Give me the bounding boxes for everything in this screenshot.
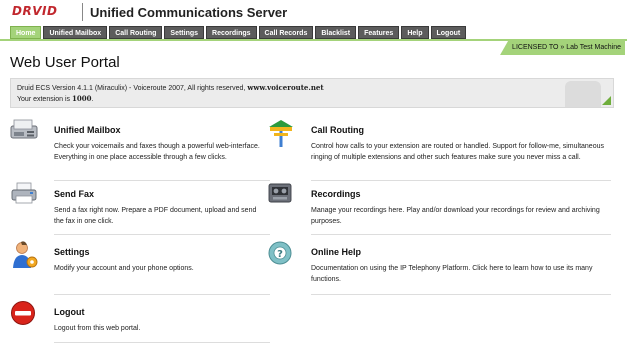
nav-help[interactable]: Help	[401, 26, 429, 39]
tile-divider	[311, 234, 611, 235]
page-title: Web User Portal	[10, 54, 120, 71]
nav-settings[interactable]: Settings	[164, 26, 205, 39]
tile-divider	[54, 234, 270, 235]
stop-icon[interactable]	[10, 300, 38, 328]
tile-divider	[54, 180, 270, 181]
tile-title[interactable]: Logout	[54, 307, 85, 317]
fax-machine-icon[interactable]	[10, 118, 38, 146]
voiceroute-link[interactable]: www.voiceroute.net	[247, 83, 323, 92]
header-divider	[82, 3, 83, 21]
tile-description: Check your voicemails and faxes though a…	[54, 143, 260, 161]
tile-description: Documentation on using the IP Telephony …	[311, 265, 593, 283]
tile-divider	[311, 180, 611, 181]
tile-description: Send a fax right now. Prepare a PDF docu…	[54, 207, 257, 225]
user-settings-icon[interactable]	[10, 240, 38, 268]
nav-features[interactable]: Features	[358, 26, 400, 39]
tile-divider	[54, 342, 270, 343]
nav-unified-mailbox[interactable]: Unified Mailbox	[43, 26, 108, 39]
nav-home[interactable]: Home	[10, 26, 42, 39]
tile-title[interactable]: Online Help	[311, 247, 361, 257]
info-decoration	[565, 81, 601, 107]
recorder-icon[interactable]	[267, 182, 295, 210]
nav-blacklist[interactable]: Blacklist	[315, 26, 357, 39]
svg-text:?: ?	[277, 249, 283, 260]
extension-line: Your extension is 1000.	[17, 94, 94, 103]
printer-icon[interactable]	[10, 182, 38, 210]
tile-title[interactable]: Call Routing	[311, 125, 364, 135]
druid-logo[interactable]: DRVID	[12, 4, 80, 20]
app-title: Unified Communications Server	[90, 5, 288, 20]
tile-title[interactable]: Send Fax	[54, 189, 94, 199]
tile-description: Control how calls to your extension are …	[311, 143, 604, 161]
help-lifebuoy-icon[interactable]: ?	[267, 240, 295, 268]
main-nav: Home Unified Mailbox Call Routing Settin…	[10, 26, 467, 39]
tile-description: Modify your account and your phone optio…	[54, 265, 194, 272]
tile-divider	[311, 294, 611, 295]
version-line: Druid ECS Version 4.1.1 (Miraculix) - Vo…	[17, 83, 324, 92]
tile-title[interactable]: Recordings	[311, 189, 361, 199]
app-header: DRVID Unified Communications Server	[0, 0, 627, 26]
extension-number: 1000	[72, 94, 92, 103]
tile-title[interactable]: Unified Mailbox	[54, 125, 121, 135]
nav-recordings[interactable]: Recordings	[206, 26, 257, 39]
nav-call-records[interactable]: Call Records	[258, 26, 314, 39]
nav-call-routing[interactable]: Call Routing	[109, 26, 163, 39]
tile-divider	[54, 294, 270, 295]
license-badge: LICENSED TO » Lab Test Machine	[500, 41, 625, 55]
version-info-box: Druid ECS Version 4.1.1 (Miraculix) - Vo…	[10, 78, 614, 108]
tile-title[interactable]: Settings	[54, 247, 90, 257]
tile-description: Manage your recordings here. Play and/or…	[311, 207, 600, 225]
signpost-icon[interactable]	[267, 118, 295, 147]
nav-underline	[0, 39, 627, 41]
nav-logout[interactable]: Logout	[430, 26, 467, 39]
tile-description: Logout from this web portal.	[54, 325, 141, 332]
